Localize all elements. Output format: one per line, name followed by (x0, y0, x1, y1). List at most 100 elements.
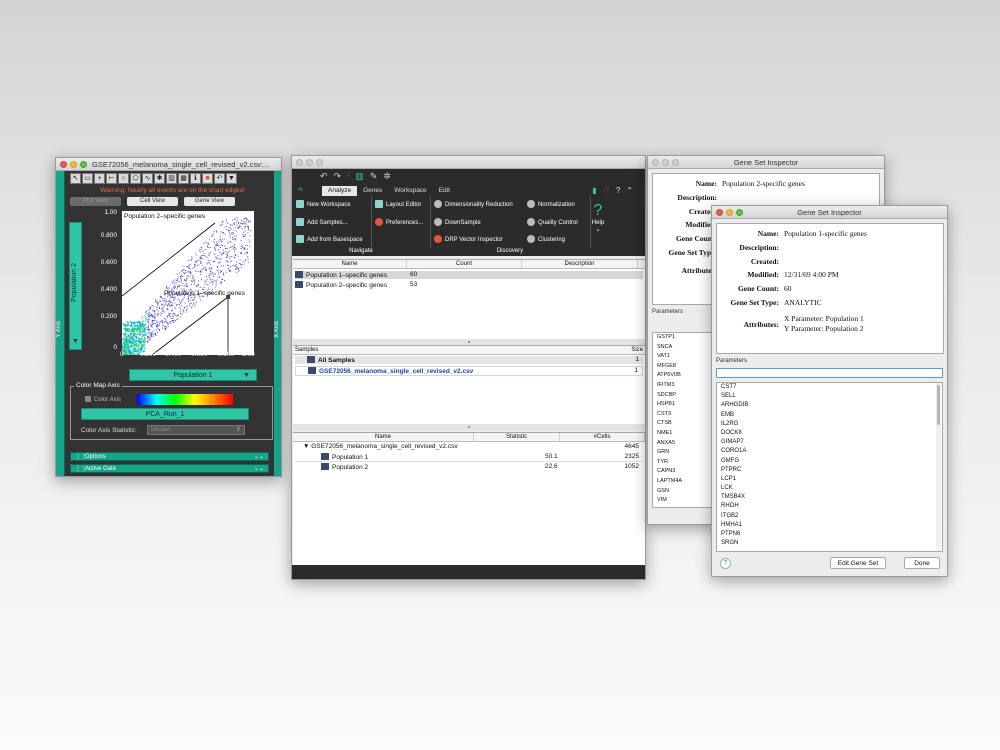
gene-list-item[interactable]: PTPRC (717, 466, 942, 475)
gene-list-item[interactable]: GSTP1 (653, 333, 711, 343)
help-button[interactable]: ? (720, 558, 731, 569)
scatter-plot[interactable]: Population 2–specific genes Population 1… (122, 211, 254, 355)
tab-gene-view[interactable]: Gene View (184, 197, 235, 206)
drp-vector-inspector-button[interactable]: DRP Vector Inspector (434, 235, 503, 243)
table-row[interactable]: Population 2 22.6 1052 (295, 463, 643, 471)
range-gate-icon[interactable]: ⊢ (106, 173, 117, 184)
pointer-tool-icon[interactable]: ↖ (70, 173, 81, 184)
options-collapsible[interactable]: ⋮⋮ Options ⌄⌄ (70, 452, 269, 461)
gene-list-item[interactable]: CORO1A (717, 447, 942, 456)
y-axis-parameter-selector[interactable]: Population 2 ▼ (69, 222, 82, 350)
gene-list-item[interactable]: LAPTM4A (653, 477, 711, 487)
gene-list-item[interactable]: IL2RG (717, 420, 942, 429)
info-icon[interactable]: ℹ (190, 173, 201, 184)
checkbox-icon[interactable] (85, 396, 91, 402)
gene-list-item[interactable]: ARHGDIB (717, 401, 942, 410)
add-from-basespace-button[interactable]: Add from Basespace (296, 235, 363, 243)
color-axis-parameter-button[interactable]: PCA_Run_1 (81, 408, 249, 420)
add-samples-button[interactable]: Add Samples... (296, 218, 348, 226)
minimize-window-button[interactable] (70, 161, 77, 168)
settings-icon[interactable]: ✲ (383, 171, 391, 182)
gene-list-item[interactable]: CST3 (653, 410, 711, 420)
scrollbar-thumb[interactable] (937, 385, 940, 425)
edit-gene-set-button[interactable]: Edit Gene Set (830, 557, 886, 569)
dropdown-menu-icon[interactable]: ▼ (226, 173, 237, 184)
color-axis-statistic-select[interactable]: Median (147, 425, 245, 435)
undo-gate-icon[interactable]: ↶ (214, 173, 225, 184)
gene-list-item[interactable]: CAPN3 (653, 467, 711, 477)
help-question-icon[interactable]: ? (616, 186, 620, 195)
gene-list-item[interactable]: ATP6V0B (653, 371, 711, 381)
tab-workspace[interactable]: Workspace (388, 186, 433, 196)
lasso-gate-icon[interactable]: ∿ (142, 173, 153, 184)
minimize-window-button[interactable] (306, 159, 313, 166)
gene-list-item[interactable]: VAT1 (653, 352, 711, 362)
layout-icon[interactable]: ▥ (355, 171, 364, 182)
gene-list-item[interactable]: SNCA (653, 343, 711, 353)
gene-list-item[interactable]: TMSB4X (717, 493, 942, 502)
table-row[interactable]: ▼ GSE72056_melanoma_single_cell_revised_… (295, 443, 643, 450)
tab-edit[interactable]: Edit (432, 186, 456, 196)
table-row[interactable]: GSE72056_melanoma_single_cell_revised_v2… (295, 366, 643, 376)
gene-list-item[interactable]: GIMAP7 (717, 438, 942, 447)
plot-window-titlebar[interactable]: GSE72056_melanoma_single_cell_revised_v2… (56, 158, 281, 171)
clustering-button[interactable]: Clustering (527, 235, 565, 243)
dimensionality-reduction-button[interactable]: Dimensionality Reduction (434, 200, 513, 208)
ellipse-gate-icon[interactable]: ○ (118, 173, 129, 184)
close-window-button[interactable] (716, 209, 723, 216)
tab-cell-view[interactable]: Cell View (127, 197, 178, 206)
heart-icon[interactable]: ♡ (603, 186, 610, 195)
redo-icon[interactable]: ↷ (334, 171, 342, 182)
polygon-gate-icon[interactable]: ⬠ (130, 173, 141, 184)
gene-list-item[interactable]: HSPB1 (653, 400, 711, 410)
gene-list-item[interactable]: SELL (717, 392, 942, 401)
gene-list-item[interactable]: LCK (717, 484, 942, 493)
table-row[interactable]: All Samples 1 (295, 356, 643, 364)
rectangle-gate-icon[interactable]: ▭ (82, 173, 93, 184)
pane-splitter[interactable]: ▴ (293, 424, 645, 430)
gene-list-item[interactable]: IFITM3 (653, 381, 711, 391)
histogram-icon[interactable]: ▥ (166, 173, 177, 184)
minimize-window-button[interactable] (662, 159, 669, 166)
table-row[interactable]: Population 2–specific genes 53 (295, 281, 643, 289)
tab-analyze[interactable]: Analyze (322, 186, 358, 196)
column-header-name[interactable]: Name (293, 433, 474, 441)
color-axis-checkbox[interactable]: Color Axis (85, 396, 121, 403)
gene-list-item[interactable]: PTPN6 (717, 530, 942, 539)
pen-icon[interactable]: ✎ (370, 171, 378, 182)
inspector-back-titlebar[interactable]: Gene Set Inspector (648, 156, 884, 169)
column-header-statistic[interactable]: Statistic (474, 433, 560, 441)
gene-list-item[interactable]: GMFG (717, 457, 942, 466)
preferences-button[interactable]: Preferences... (375, 218, 423, 226)
gene-list-item[interactable]: NME1 (653, 429, 711, 439)
gene-list-item[interactable]: MFGE8 (653, 362, 711, 372)
gene-list-item[interactable]: ANXA5 (653, 439, 711, 449)
heatmap-icon[interactable]: ▦ (178, 173, 189, 184)
gene-list-item[interactable]: DOCK8 (717, 429, 942, 438)
done-button[interactable]: Done (904, 557, 940, 569)
gating-tool-icon[interactable]: ⫶ (347, 171, 349, 182)
close-window-button[interactable] (652, 159, 659, 166)
x-axis-parameter-selector[interactable]: Population 1 ▼ (129, 369, 257, 381)
layout-editor-button[interactable]: Layout Editor (375, 200, 421, 208)
gene-list-item[interactable]: VIM (653, 496, 711, 506)
column-header-name[interactable]: Name (293, 260, 407, 268)
collapse-icon[interactable]: ⌃ (626, 186, 633, 195)
gene-list[interactable]: CST7 SELL ARHGDIB EMB IL2RG DOCK8 GIMAP7 CORO1A… (716, 382, 943, 552)
bookmark-icon[interactable]: ▮ (592, 186, 596, 195)
gene-list-item[interactable]: TYR (653, 458, 711, 468)
x-axis-side-rail[interactable]: X Axis (274, 171, 281, 476)
new-workspace-button[interactable]: New Workspace (296, 200, 351, 208)
color-palette-icon[interactable]: ■ (202, 173, 213, 184)
gene-list-item[interactable]: CST7 (717, 383, 942, 392)
help-button[interactable]: ? Help ⌄ (587, 202, 609, 240)
zoom-window-button[interactable] (672, 159, 679, 166)
close-window-button[interactable] (296, 159, 303, 166)
gene-list-item[interactable]: LCP1 (717, 475, 942, 484)
gene-list-item[interactable]: GSN (653, 487, 711, 497)
gene-list-item[interactable]: EMB (717, 411, 942, 420)
inspector-front-titlebar[interactable]: Gene Set Inspector (712, 206, 947, 219)
y-axis-side-rail[interactable]: Y Axis (56, 171, 65, 476)
spider-gate-icon[interactable]: ✱ (154, 173, 165, 184)
active-gate-collapsible[interactable]: ⋮⋮ Active Gate ⌄⌄ (70, 464, 269, 473)
